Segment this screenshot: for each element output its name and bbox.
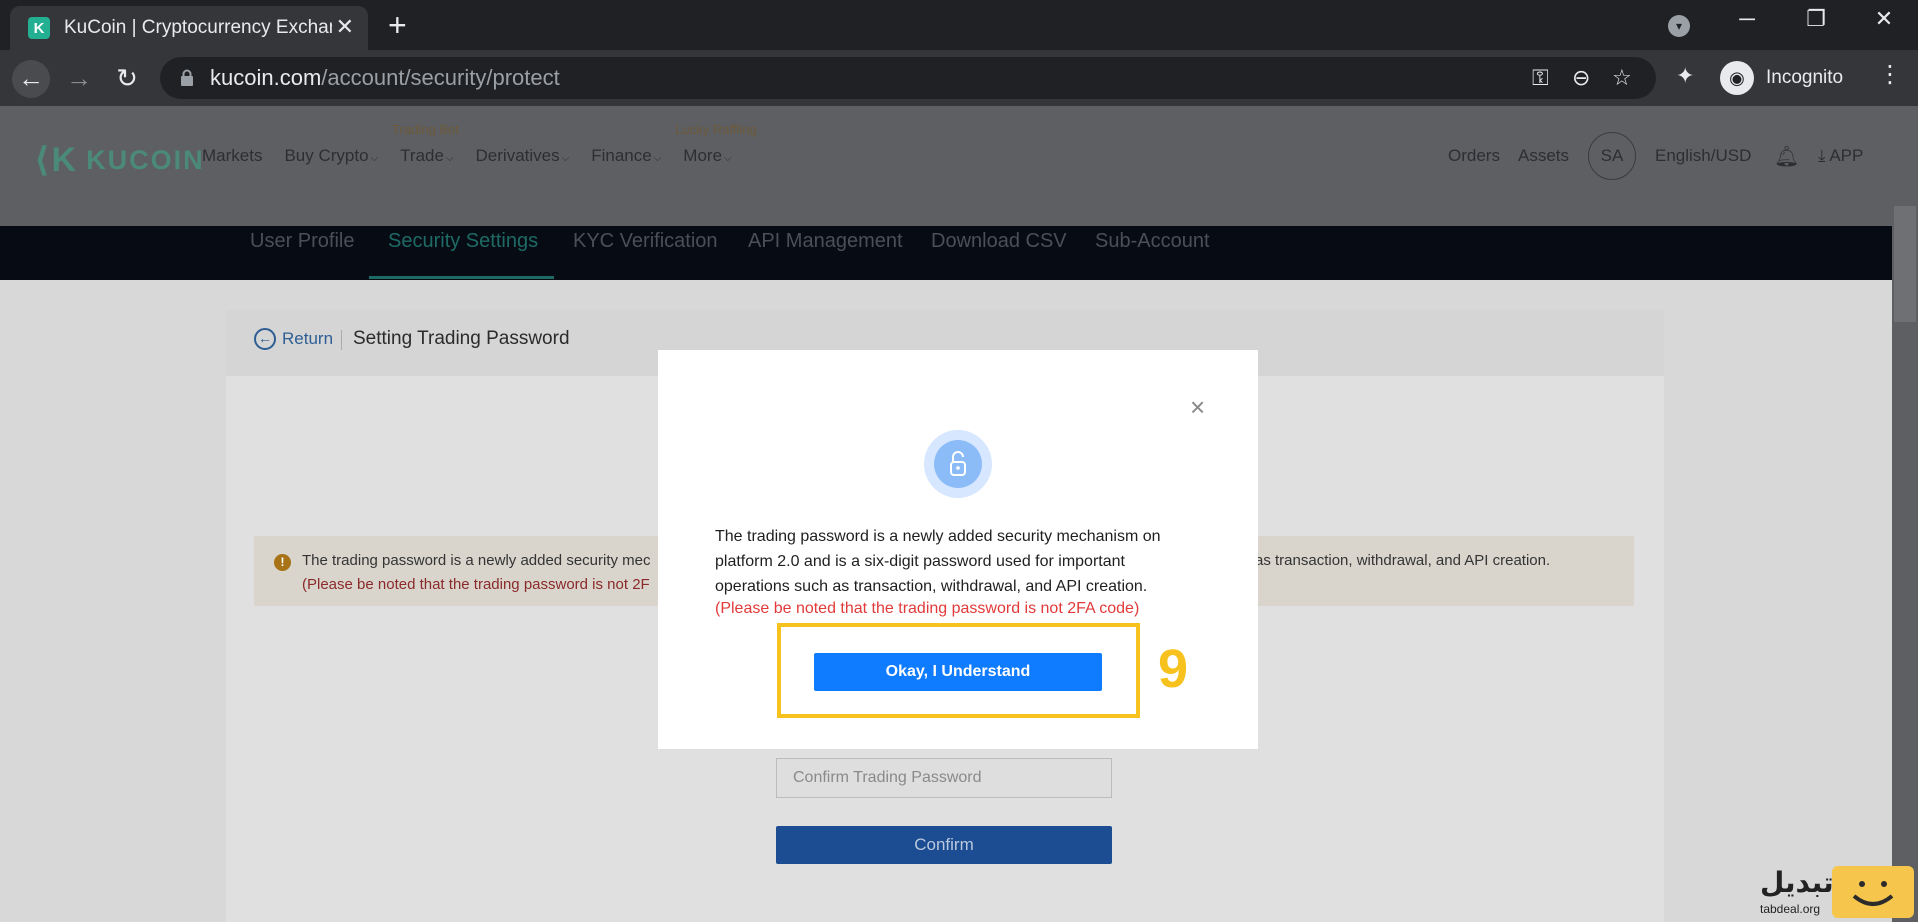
tab-security-settings[interactable]: Security Settings	[388, 230, 538, 253]
tabdeal-logo-icon	[1832, 866, 1914, 918]
close-icon[interactable]: ×	[1190, 394, 1205, 420]
chevron-down-icon: ⌵	[653, 153, 662, 164]
address-bar[interactable]: kucoin.com/account/security/protect ⚿ ⊖ …	[160, 57, 1656, 99]
url-domain: kucoin.com	[210, 65, 322, 90]
window-close-icon[interactable]: ✕	[1864, 6, 1904, 32]
forward-arrow-icon[interactable]: →	[60, 60, 98, 98]
watermark-text: تبدیل	[1760, 867, 1834, 898]
notice-warning-text: (Please be noted that the trading passwo…	[302, 576, 650, 593]
confirm-password-input[interactable]	[777, 759, 1111, 797]
return-link[interactable]: ← Return	[254, 328, 333, 350]
notice-text: The trading password is a newly added se…	[302, 552, 651, 569]
tabdeal-smile-glyph	[1852, 881, 1894, 906]
nav-label: Derivatives	[475, 146, 560, 165]
scrollbar-thumb[interactable]	[1894, 206, 1916, 322]
kucoin-logo[interactable]: ⟨K KUCOIN	[34, 140, 205, 180]
brand-name: KUCOIN	[86, 144, 205, 175]
unlock-icon	[934, 440, 982, 488]
reload-icon[interactable]: ↻	[108, 60, 146, 98]
tab-kyc-verification[interactable]: KYC Verification	[573, 230, 718, 253]
modal-body-text: The trading password is a newly added se…	[715, 528, 1161, 595]
kucoin-mark-icon: ⟨K	[34, 141, 79, 179]
nav-finance[interactable]: Finance ⌵	[591, 146, 661, 166]
browser-tab[interactable]: K KuCoin | Cryptocurrency Exchang ✕	[10, 6, 368, 50]
return-label: Return	[282, 329, 334, 348]
tab-download-csv[interactable]: Download CSV	[931, 230, 1067, 253]
nav-label: Finance	[591, 146, 652, 165]
chevron-down-icon: ⌵	[561, 153, 570, 164]
user-avatar[interactable]: SA	[1588, 132, 1636, 180]
close-tab-icon[interactable]: ✕	[336, 16, 354, 38]
nav-markets[interactable]: Markets	[202, 146, 262, 166]
back-circle-icon: ←	[254, 328, 276, 350]
browser-toolbar: ← → ↻ kucoin.com/account/security/protec…	[0, 50, 1918, 106]
warning-icon: !	[274, 554, 291, 571]
tab-api-management[interactable]: API Management	[748, 230, 903, 253]
step-number: 9	[1158, 639, 1189, 699]
bookmark-star-icon[interactable]: ☆	[1612, 65, 1632, 91]
nav-label: Buy Crypto	[284, 146, 369, 165]
incognito-label: Incognito	[1766, 67, 1844, 88]
nav-badge: Lucky Raffling	[675, 122, 757, 137]
site-header: ⟨K KUCOIN Markets Buy Crypto ⌵ Trading Bo…	[0, 106, 1918, 280]
tab-sub-account[interactable]: Sub-Account	[1095, 230, 1210, 253]
nav-orders[interactable]: Orders	[1448, 146, 1500, 166]
nav-badge: Trading Bot	[392, 122, 459, 137]
app-download[interactable]: ⤓ APP	[1818, 146, 1863, 166]
chevron-down-icon: ⌵	[445, 153, 454, 164]
url-path: /account/security/protect	[321, 65, 560, 90]
app-label: APP	[1829, 146, 1864, 165]
nav-label: Markets	[202, 146, 263, 165]
browser-tab-bar: K KuCoin | Cryptocurrency Exchang ✕ + ▾ …	[0, 0, 1918, 50]
nav-derivatives[interactable]: Derivatives ⌵	[476, 146, 570, 166]
divider	[341, 330, 342, 350]
url-text: kucoin.com/account/security/protect	[210, 65, 560, 91]
nav-label: Trade	[400, 146, 444, 165]
nav-buy-crypto[interactable]: Buy Crypto ⌵	[284, 146, 378, 166]
incognito-icon: ◉	[1720, 61, 1754, 95]
chevron-down-icon: ⌵	[724, 153, 732, 164]
incognito-profile-button[interactable]: ◉ Incognito	[1720, 56, 1843, 100]
browser-menu-icon[interactable]: ⋮	[1878, 60, 1902, 89]
download-icon: ⤓	[1818, 146, 1826, 165]
nav-trade[interactable]: Trading Bot Trade ⌵	[392, 122, 459, 166]
modal-warning-text: (Please be noted that the trading passwo…	[715, 600, 1140, 617]
confirm-trading-password-field[interactable]	[776, 758, 1112, 798]
main-nav: Markets Buy Crypto ⌵ Trading Bot Trade ⌵ De…	[202, 122, 757, 166]
extensions-puzzle-icon[interactable]: ✦	[1676, 63, 1694, 89]
tab-title: KuCoin | Cryptocurrency Exchang	[64, 17, 332, 38]
kucoin-favicon-icon: K	[28, 17, 50, 39]
back-arrow-icon[interactable]: ←	[12, 60, 50, 98]
tab-user-profile[interactable]: User Profile	[250, 230, 354, 253]
restore-icon[interactable]: ❐	[1796, 6, 1836, 32]
nav-label: More	[683, 146, 723, 165]
nav-more[interactable]: Lucky Raffling More ⌵	[675, 122, 756, 166]
watermark-url: tabdeal.org	[1760, 902, 1821, 916]
new-tab-button[interactable]: +	[388, 8, 407, 42]
nav-assets[interactable]: Assets	[1518, 146, 1569, 166]
tab-search-icon[interactable]: ▾	[1668, 15, 1690, 37]
active-tab-indicator	[369, 276, 554, 279]
notification-bell-icon[interactable]: 🔔︎	[1774, 144, 1799, 169]
minimize-icon[interactable]: ─	[1727, 6, 1767, 32]
key-icon[interactable]: ⚿	[1532, 65, 1549, 91]
language-currency-selector[interactable]: English/USD	[1655, 146, 1751, 166]
page-title: Setting Trading Password	[353, 328, 570, 349]
notice-text-tail: as transaction, withdrawal, and API crea…	[1255, 552, 1551, 569]
lock-icon	[181, 69, 193, 86]
zoom-out-icon[interactable]: ⊖	[1572, 65, 1590, 91]
confirm-button[interactable]: Confirm	[776, 826, 1112, 864]
unlock-glyph	[950, 451, 966, 476]
step-highlight-box	[777, 623, 1140, 718]
chevron-down-icon: ⌵	[370, 153, 379, 164]
